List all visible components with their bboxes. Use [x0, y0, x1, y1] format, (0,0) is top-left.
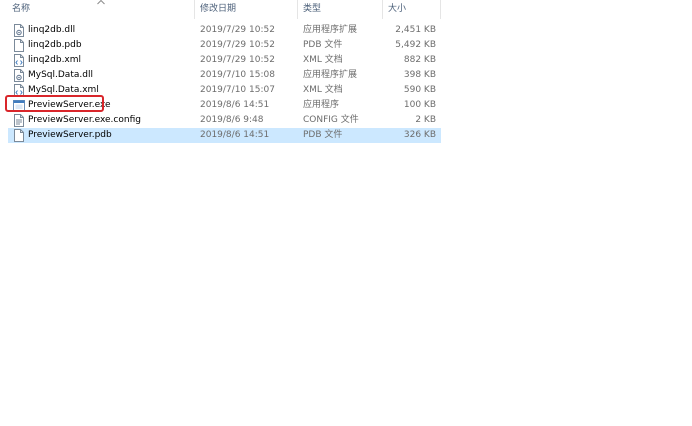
file-row-linq2db-pdb[interactable]: linq2db.pdb 2019/7/29 10:52 PDB 文件 5,492…: [8, 38, 441, 53]
file-size: 326 KB: [403, 130, 436, 140]
file-row-previewserver-pdb[interactable]: PreviewServer.pdb 2019/8/6 14:51 PDB 文件 …: [8, 128, 441, 143]
column-header-name[interactable]: 名称: [12, 0, 30, 19]
config-icon: [14, 114, 24, 127]
file-size: 2,451 KB: [395, 25, 436, 35]
file-type: CONFIG 文件: [303, 115, 359, 125]
column-header-bar: 名称 修改日期 类型 大小: [0, 0, 441, 19]
file-name: linq2db.pdb: [28, 40, 82, 50]
file-modified-date: 2019/8/6 14:51: [200, 130, 270, 140]
file-name: linq2db.xml: [28, 55, 82, 65]
highlight-annotation-box: [5, 95, 104, 112]
file-modified-date: 2019/7/10 15:08: [200, 70, 275, 80]
file-size: 2 KB: [415, 115, 436, 125]
column-divider[interactable]: [194, 0, 195, 19]
column-divider[interactable]: [440, 0, 441, 19]
sort-ascending-icon: [97, 0, 105, 5]
file-icon: [14, 129, 24, 142]
file-size: 398 KB: [403, 70, 436, 80]
file-name: MySql.Data.dll: [28, 70, 93, 80]
file-size: 100 KB: [403, 100, 436, 110]
file-icon: [14, 39, 24, 52]
column-header-size[interactable]: 大小: [388, 0, 406, 19]
file-name: PreviewServer.pdb: [28, 130, 112, 140]
dll-icon: [14, 24, 24, 37]
file-size: 5,492 KB: [395, 40, 436, 50]
column-divider[interactable]: [382, 0, 383, 19]
file-name: linq2db.dll: [28, 25, 76, 35]
file-modified-date: 2019/8/6 9:48: [200, 115, 264, 125]
file-type: XML 文档: [303, 55, 343, 65]
dll-icon: [14, 69, 24, 82]
file-row-linq2db-xml[interactable]: linq2db.xml 2019/7/29 10:52 XML 文档 882 K…: [8, 53, 441, 68]
file-type: XML 文档: [303, 85, 343, 95]
column-header-type[interactable]: 类型: [303, 0, 321, 19]
file-row-previewserver-exe-config[interactable]: PreviewServer.exe.config 2019/8/6 9:48 C…: [8, 113, 441, 128]
file-type: PDB 文件: [303, 130, 343, 140]
file-type: PDB 文件: [303, 40, 343, 50]
file-type: 应用程序扩展: [303, 70, 358, 80]
file-name: PreviewServer.exe.config: [28, 115, 141, 125]
file-row-linq2db-dll[interactable]: linq2db.dll 2019/7/29 10:52 应用程序扩展 2,451…: [8, 23, 441, 38]
file-size: 882 KB: [403, 55, 436, 65]
file-modified-date: 2019/8/6 14:51: [200, 100, 270, 110]
file-modified-date: 2019/7/10 15:07: [200, 85, 275, 95]
file-modified-date: 2019/7/29 10:52: [200, 40, 275, 50]
xml-icon: [14, 54, 24, 67]
file-row-mysql-data-dll[interactable]: MySql.Data.dll 2019/7/10 15:08 应用程序扩展 39…: [8, 68, 441, 83]
file-modified-date: 2019/7/29 10:52: [200, 25, 275, 35]
file-type: 应用程序扩展: [303, 25, 358, 35]
file-size: 590 KB: [403, 85, 436, 95]
column-header-date[interactable]: 修改日期: [200, 0, 236, 19]
column-divider[interactable]: [297, 0, 298, 19]
file-type: 应用程序: [303, 100, 340, 110]
file-modified-date: 2019/7/29 10:52: [200, 55, 275, 65]
